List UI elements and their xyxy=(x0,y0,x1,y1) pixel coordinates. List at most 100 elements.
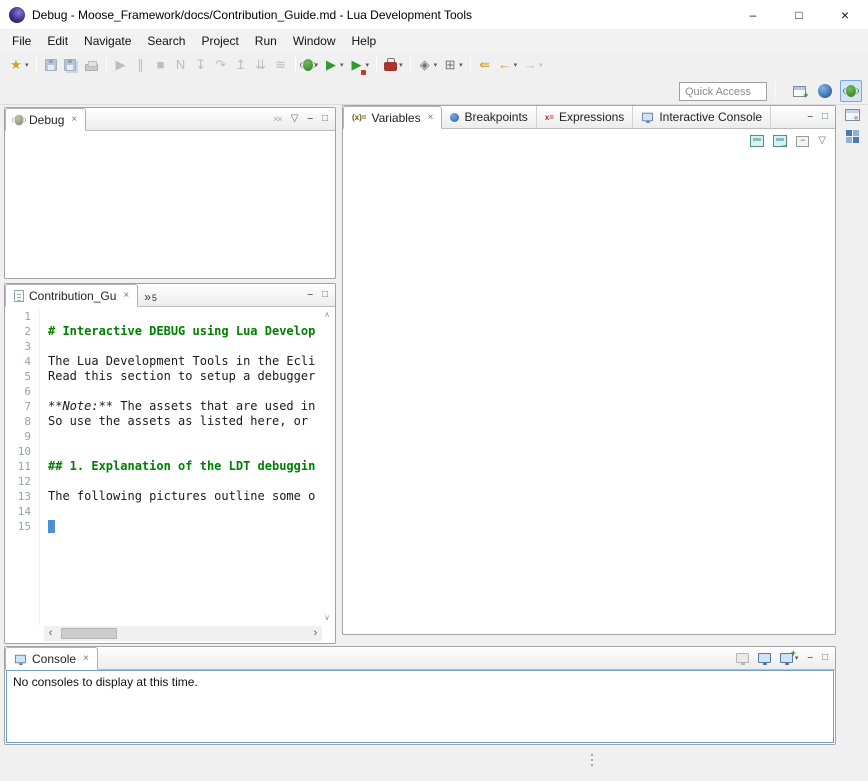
scroll-up-arrow[interactable]: ∧ xyxy=(322,310,332,319)
minimize-view-button[interactable]: – xyxy=(807,653,813,663)
external-tools-button[interactable]: ▾ xyxy=(381,54,406,76)
step-return-button[interactable]: ↥ xyxy=(231,54,251,76)
tab-interactive-console[interactable]: Interactive Console xyxy=(633,106,771,128)
new-wizard-button[interactable]: ◈▾ xyxy=(415,54,441,76)
tab-expressions[interactable]: x=Expressions xyxy=(537,106,634,128)
editor-line[interactable] xyxy=(48,444,321,459)
last-edit-location-button[interactable]: ⇚ xyxy=(475,54,495,76)
dropdown-arrow-icon[interactable]: ▾ xyxy=(514,61,518,69)
show-type-names-icon[interactable] xyxy=(750,135,764,147)
dropdown-arrow-icon[interactable]: ▾ xyxy=(459,61,463,69)
minimize-window-button[interactable]: – xyxy=(730,0,776,30)
editor-line[interactable] xyxy=(48,504,321,519)
pin-console-icon[interactable] xyxy=(736,653,749,663)
open-type-button[interactable]: ⊞▾ xyxy=(440,54,466,76)
close-window-button[interactable]: × xyxy=(822,0,868,30)
editor-line[interactable]: Read this section to setup a debugger xyxy=(48,369,321,384)
scrollbar-thumb[interactable] xyxy=(61,628,117,639)
trimmed-view-icon[interactable] xyxy=(846,130,859,143)
save-all-button[interactable] xyxy=(61,54,82,76)
close-icon[interactable]: × xyxy=(71,114,77,125)
debug-button[interactable]: ▾ xyxy=(300,54,322,76)
run-button[interactable]: ▶▾ xyxy=(321,54,347,76)
disconnect-button[interactable]: N xyxy=(171,54,191,76)
close-icon[interactable]: × xyxy=(83,653,89,664)
maximize-window-button[interactable]: □ xyxy=(776,0,822,30)
quick-access-input[interactable]: Quick Access xyxy=(679,82,767,101)
dropdown-arrow-icon[interactable]: ▾ xyxy=(434,61,438,69)
editor-line[interactable] xyxy=(48,339,321,354)
maximize-view-button[interactable]: □ xyxy=(822,653,828,663)
open-perspective-button[interactable] xyxy=(788,80,810,102)
menu-file[interactable]: File xyxy=(4,31,39,51)
menu-navigate[interactable]: Navigate xyxy=(76,31,139,51)
suspend-button[interactable]: ∥ xyxy=(131,54,151,76)
horizontal-scrollbar[interactable]: ‹ › xyxy=(44,626,322,641)
editor-line[interactable]: The following pictures outline some o xyxy=(48,489,321,504)
show-logical-structure-icon[interactable] xyxy=(773,135,787,147)
menu-run[interactable]: Run xyxy=(247,31,285,51)
editor-code[interactable]: # Interactive DEBUG using Lua Develop The… xyxy=(48,309,321,625)
menu-project[interactable]: Project xyxy=(193,31,246,51)
editor-line[interactable] xyxy=(48,429,321,444)
step-into-button[interactable]: ↧ xyxy=(191,54,211,76)
menu-search[interactable]: Search xyxy=(139,31,193,51)
scroll-down-arrow[interactable]: ∨ xyxy=(322,613,332,622)
collapse-all-icon[interactable] xyxy=(796,136,809,147)
use-step-filters-button[interactable]: ≋ xyxy=(271,54,291,76)
display-selected-console-icon[interactable] xyxy=(758,653,771,663)
dropdown-arrow-icon[interactable]: ▾ xyxy=(539,61,543,69)
tab-contribution-guide[interactable]: Contribution_Gu × xyxy=(5,284,138,307)
editor-line[interactable]: ## 1. Explanation of the LDT debuggin xyxy=(48,459,321,474)
drop-to-frame-button[interactable]: ⇊ xyxy=(251,54,271,76)
drag-grip[interactable] xyxy=(590,751,594,769)
editor-line[interactable]: **Note:** The assets that are used in xyxy=(48,399,321,414)
back-button[interactable]: ←▾ xyxy=(495,54,521,76)
editor-line[interactable] xyxy=(48,474,321,489)
view-menu-button[interactable]: ▽ xyxy=(818,136,826,146)
menu-edit[interactable]: Edit xyxy=(39,31,76,51)
print-button[interactable] xyxy=(82,54,102,76)
editor-line[interactable] xyxy=(48,384,321,399)
dropdown-arrow-icon[interactable]: ▾ xyxy=(399,61,403,69)
scrollbar-track[interactable] xyxy=(57,627,309,640)
tab-console[interactable]: Console × xyxy=(5,647,98,670)
menu-help[interactable]: Help xyxy=(344,31,385,51)
editor-tab-overflow[interactable]: »5 xyxy=(138,284,163,306)
coverage-button[interactable]: ▶▾ xyxy=(347,54,373,76)
editor-line[interactable] xyxy=(48,309,321,324)
minimize-view-button[interactable]: – xyxy=(307,114,313,124)
debug-perspective-button[interactable] xyxy=(840,80,862,102)
view-menu-button[interactable]: ▽ xyxy=(291,114,299,124)
forward-button[interactable]: →▾ xyxy=(520,54,546,76)
tab-debug[interactable]: Debug × xyxy=(5,108,86,131)
editor-line[interactable]: So use the assets as listed here, or xyxy=(48,414,321,429)
scroll-right-arrow[interactable]: › xyxy=(309,626,322,641)
dropdown-arrow-icon[interactable]: ▾ xyxy=(25,61,29,69)
minimize-view-button[interactable]: – xyxy=(307,290,313,300)
save-button[interactable] xyxy=(41,54,61,76)
tab-breakpoints[interactable]: Breakpoints xyxy=(442,106,536,128)
remove-all-terminated-button[interactable]: ×× xyxy=(273,114,282,124)
dropdown-arrow-icon[interactable]: ▾ xyxy=(366,61,370,69)
open-console-button[interactable]: ▾ xyxy=(780,653,799,663)
editor-line[interactable]: # Interactive DEBUG using Lua Develop xyxy=(48,324,321,339)
restore-trim-stack-icon[interactable] xyxy=(845,109,860,121)
scroll-left-arrow[interactable]: ‹ xyxy=(44,626,57,641)
close-icon[interactable]: × xyxy=(428,112,434,123)
lua-perspective-button[interactable] xyxy=(814,80,836,102)
step-over-button[interactable]: ↷ xyxy=(211,54,231,76)
terminate-button[interactable]: ■ xyxy=(151,54,171,76)
editor-line[interactable]: The Lua Development Tools in the Ecli xyxy=(48,354,321,369)
maximize-view-button[interactable]: □ xyxy=(322,114,328,124)
menu-window[interactable]: Window xyxy=(285,31,344,51)
close-icon[interactable]: × xyxy=(123,290,129,301)
new-button[interactable]: ★▾ xyxy=(6,54,32,76)
dropdown-arrow-icon[interactable]: ▾ xyxy=(340,61,344,69)
maximize-view-button[interactable]: □ xyxy=(822,112,828,122)
maximize-view-button[interactable]: □ xyxy=(322,290,328,300)
editor-line[interactable] xyxy=(48,519,321,534)
resume-button[interactable]: ▶ xyxy=(111,54,131,76)
tab-variables[interactable]: (x)=Variables× xyxy=(343,106,442,129)
minimize-view-button[interactable]: – xyxy=(807,112,813,122)
